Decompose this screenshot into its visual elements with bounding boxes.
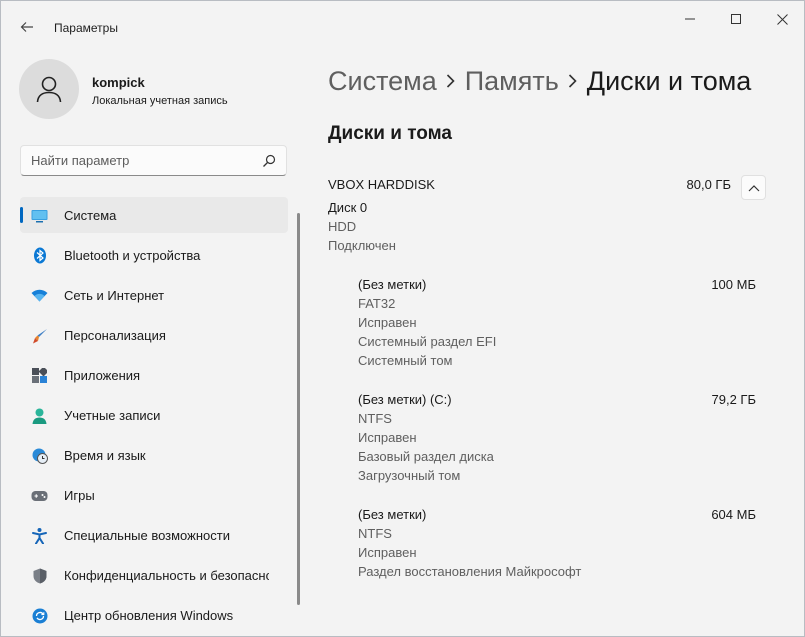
partition-size: 79,2 ГБ (711, 392, 756, 407)
brush-icon (31, 327, 48, 344)
shield-icon (31, 567, 48, 584)
partition-type: Базовый раздел диска (358, 449, 494, 464)
update-icon (31, 607, 48, 624)
sidebar-item-label: Игры (64, 487, 95, 503)
sidebar-item-label: Учетные записи (64, 407, 161, 423)
search-box (20, 145, 287, 176)
sidebar-item-label: Сеть и Интернет (64, 287, 165, 303)
partition-type: Раздел восстановления Майкрософт (358, 564, 582, 579)
partition-health: Исправен (358, 430, 417, 445)
disk-number: Диск 0 (328, 200, 368, 215)
partition-type: Системный раздел EFI (358, 334, 497, 349)
time-language-icon (31, 447, 48, 464)
close-icon (776, 13, 788, 25)
sidebar-item-label: Центр обновления Windows (64, 607, 234, 623)
sidebar-item-bluetooth[interactable]: Bluetooth и устройства (20, 237, 288, 273)
sidebar-item-label: Система (64, 207, 117, 223)
chevron-right-icon (559, 61, 587, 101)
search-icon[interactable] (262, 154, 276, 168)
disk-media-type: HDD (328, 219, 357, 234)
breadcrumb: Система Память Диски и тома (328, 61, 751, 101)
partition-filesystem: FAT32 (358, 296, 396, 311)
disk-size: 80,0 ГБ (686, 177, 731, 192)
sidebar-item-label: Bluetooth и устройства (64, 247, 201, 263)
chevron-right-icon (437, 61, 465, 101)
wifi-icon (31, 287, 48, 304)
partition-size: 604 МБ (711, 507, 756, 522)
sidebar-item-apps[interactable]: Приложения (20, 357, 288, 393)
section-title: Диски и тома (328, 123, 452, 144)
maximize-button[interactable] (713, 1, 759, 37)
partition-role: Системный том (358, 353, 453, 368)
search-input[interactable] (21, 146, 251, 175)
partition-name: (Без метки) (358, 277, 427, 292)
partition-filesystem: NTFS (358, 526, 392, 541)
partition-name: (Без метки) (358, 507, 427, 522)
partition-role: Загрузочный том (358, 468, 461, 483)
avatar (19, 59, 79, 119)
sidebar-item-label: Время и язык (64, 447, 146, 463)
disk-status: Подключен (328, 238, 396, 253)
settings-window: Параметры kompick Локальная учетная запи… (0, 0, 805, 637)
sidebar-item-system[interactable]: Система (20, 197, 288, 233)
account-type: Локальная учетная запись (92, 95, 228, 107)
sidebar-item-time-language[interactable]: Время и язык (20, 437, 288, 473)
breadcrumb-storage[interactable]: Память (465, 66, 559, 97)
chevron-up-icon (748, 184, 759, 191)
sidebar-scrollbar[interactable] (297, 213, 300, 605)
back-button[interactable] (13, 13, 41, 41)
sidebar-item-gaming[interactable]: Игры (20, 477, 288, 513)
partition-filesystem: NTFS (358, 411, 392, 426)
title-bar: Параметры (1, 1, 804, 41)
app-title: Параметры (54, 21, 118, 35)
sidebar-item-personalization[interactable]: Персонализация (20, 317, 288, 353)
sidebar-item-label: Конфиденциальность и безопасность (64, 567, 269, 583)
partition-health: Исправен (358, 545, 417, 560)
user-name: kompick (92, 75, 145, 90)
accessibility-icon (31, 527, 48, 544)
sidebar-item-windows-update[interactable]: Центр обновления Windows (20, 597, 288, 633)
sidebar-item-network[interactable]: Сеть и Интернет (20, 277, 288, 313)
collapse-button[interactable] (741, 175, 766, 200)
disk-name: VBOX HARDDISK (328, 177, 435, 192)
sidebar-item-privacy[interactable]: Конфиденциальность и безопасность (20, 557, 288, 593)
system-icon (31, 207, 48, 224)
minimize-button[interactable] (667, 1, 713, 37)
sidebar-item-label: Специальные возможности (64, 527, 230, 543)
maximize-icon (731, 14, 741, 24)
arrow-left-icon (20, 22, 33, 32)
sidebar-item-accounts[interactable]: Учетные записи (20, 397, 288, 433)
accounts-icon (31, 407, 48, 424)
gamepad-icon (31, 487, 48, 504)
sidebar-item-label: Персонализация (64, 327, 166, 343)
partition-health: Исправен (358, 315, 417, 330)
partition-size: 100 МБ (711, 277, 756, 292)
sidebar-nav: Система Bluetooth и устройства Сеть и Ин… (20, 197, 288, 636)
minimize-icon (685, 18, 695, 20)
apps-icon (31, 367, 48, 384)
breadcrumb-disks-volumes: Диски и тома (586, 65, 752, 96)
close-button[interactable] (759, 1, 804, 37)
person-icon (36, 76, 62, 103)
breadcrumb-system[interactable]: Система (328, 66, 437, 97)
bluetooth-icon (31, 247, 48, 264)
sidebar-item-accessibility[interactable]: Специальные возможности (20, 517, 288, 553)
sidebar-item-label: Приложения (64, 367, 141, 383)
partition-name: (Без метки) (C:) (358, 392, 452, 407)
